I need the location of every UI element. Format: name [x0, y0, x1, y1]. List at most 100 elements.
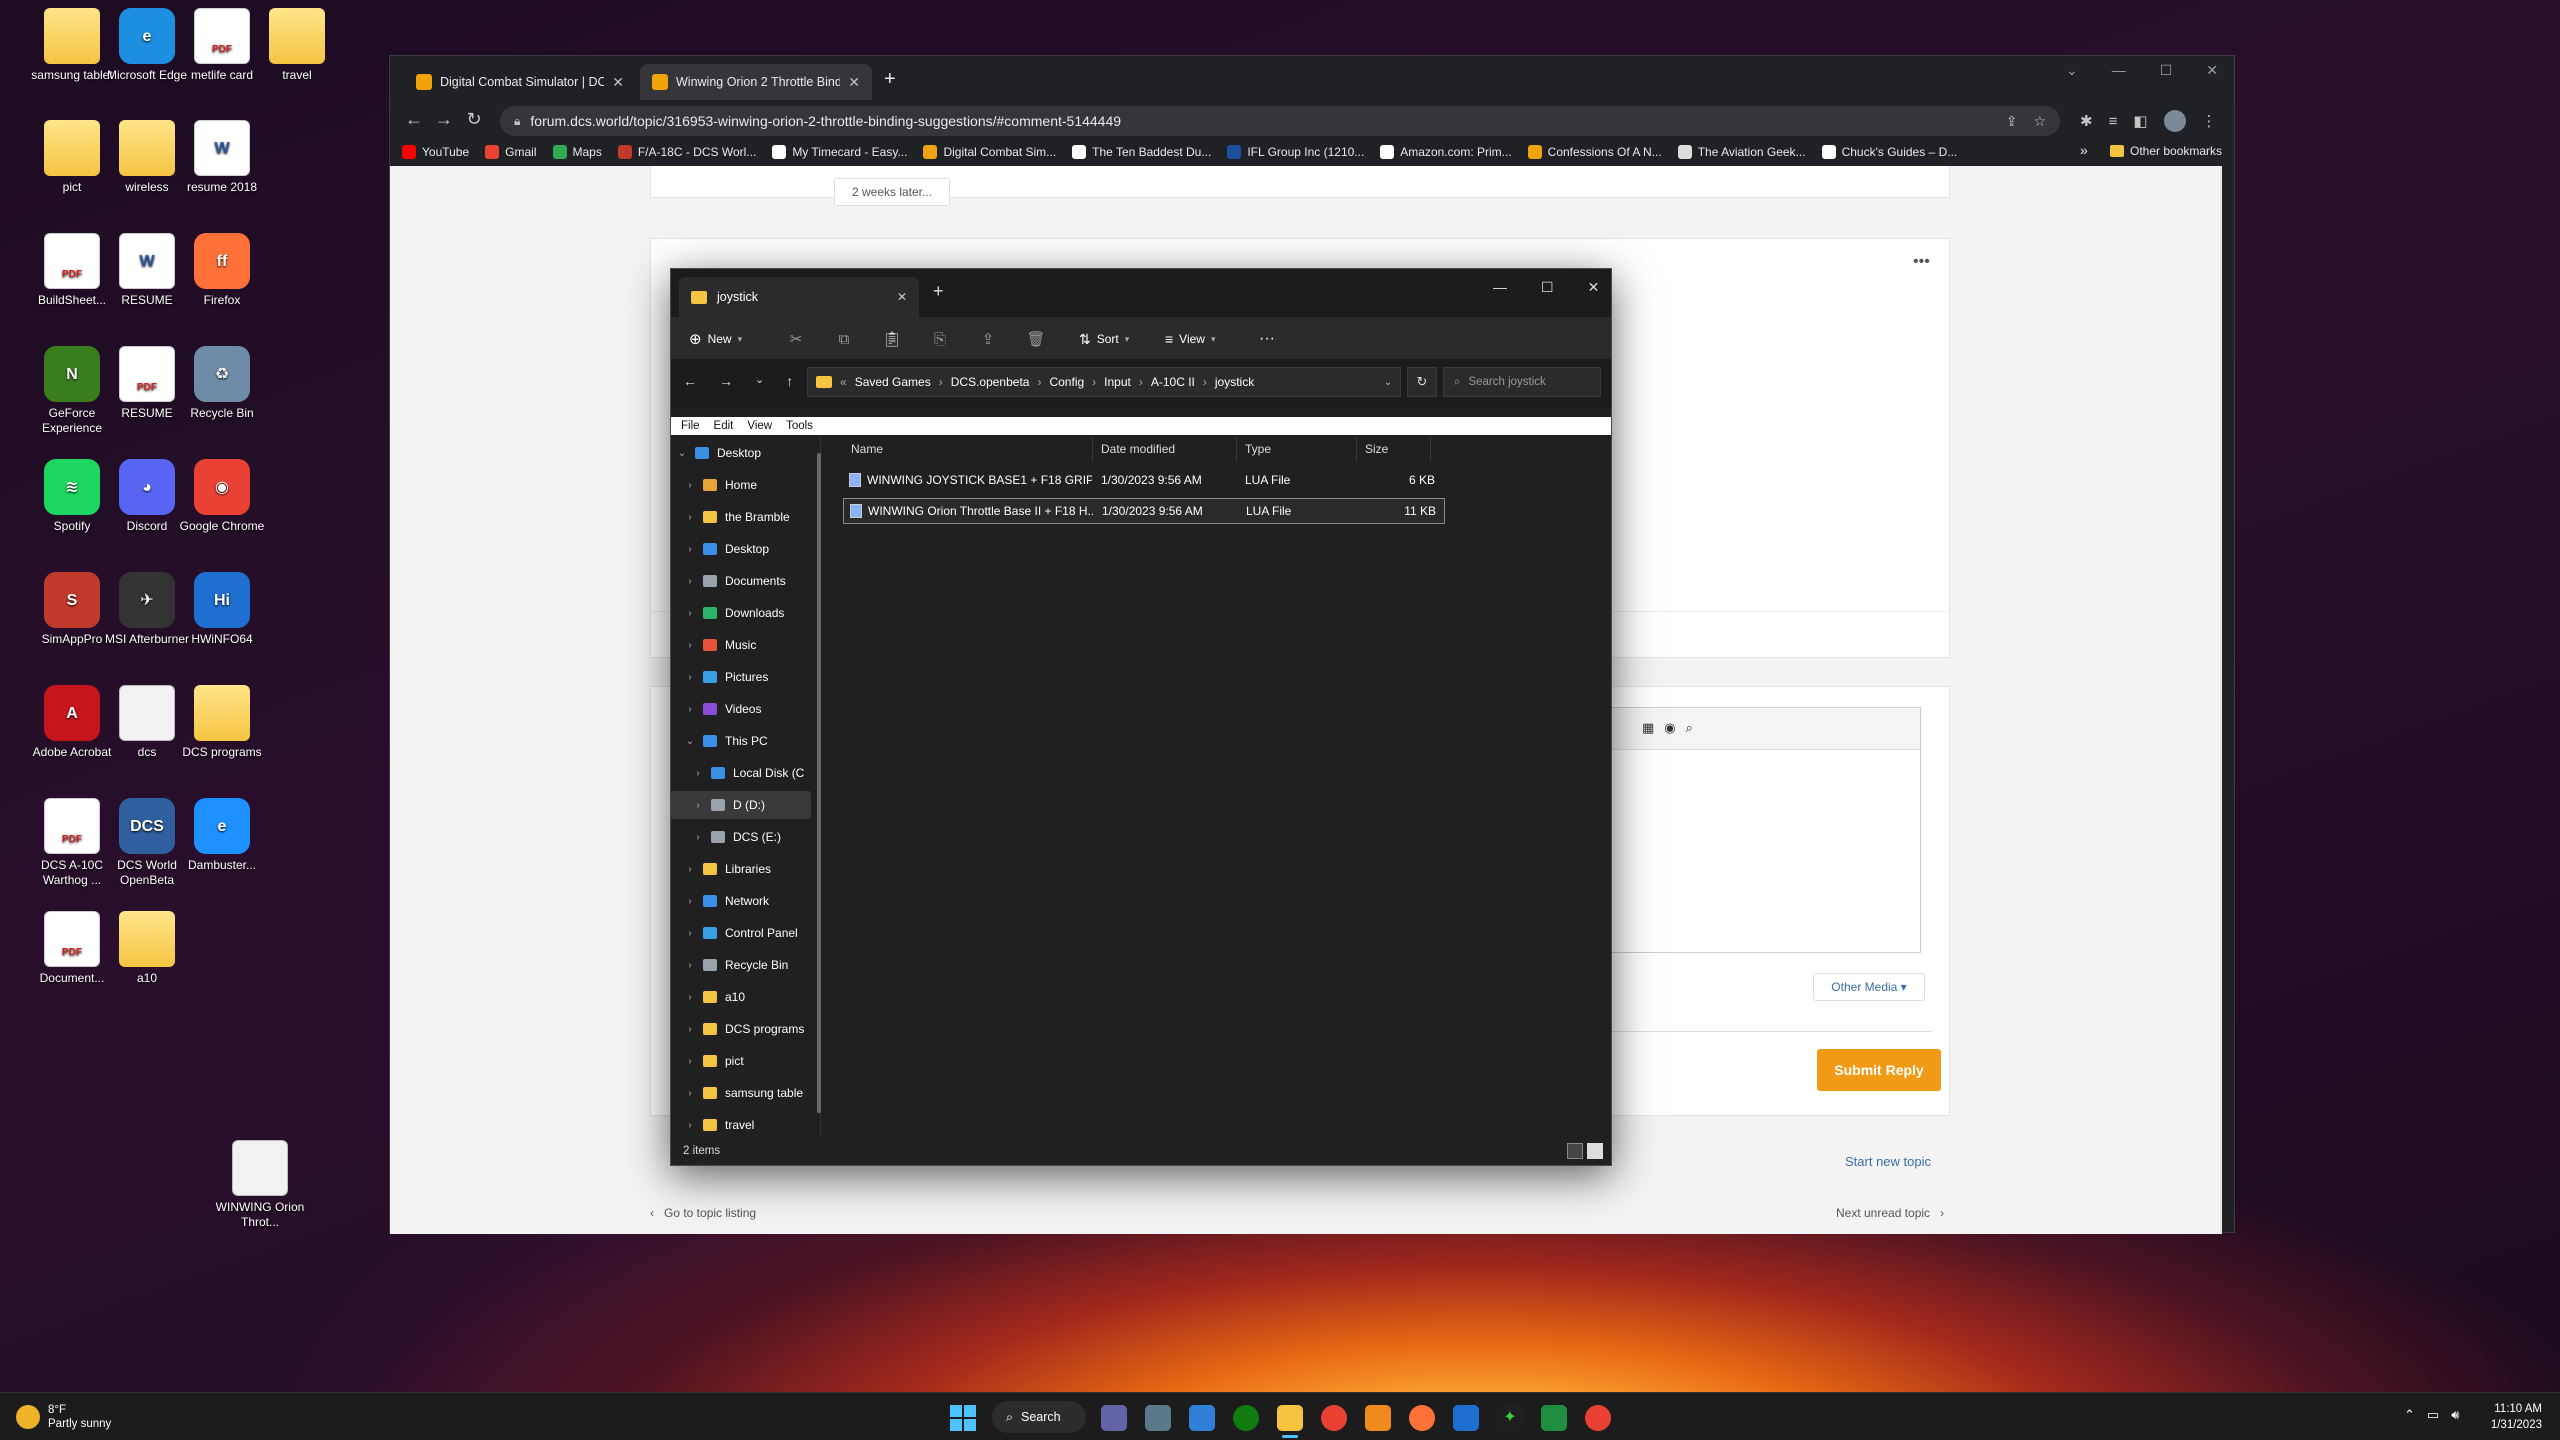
clock[interactable]: 11:10 AM 1/31/2023 [2480, 1401, 2542, 1433]
file-row[interactable]: WINWING Orion Throttle Base II + F18 H..… [843, 498, 1445, 524]
chrome-profile-taskbar-icon[interactable] [1585, 1405, 1611, 1431]
sort-button[interactable]: Sort [1097, 332, 1119, 346]
bookmark-the-aviation-geek[interactable]: The Aviation Geek... [1677, 145, 1806, 159]
column-type[interactable]: Type [1237, 437, 1357, 461]
bookmark-ifl-group-inc-1210[interactable]: IFL Group Inc (1210... [1227, 145, 1364, 159]
maximize-icon[interactable]: ☐ [1541, 279, 1554, 296]
delete-icon[interactable]: 🗑︎ [1021, 330, 1051, 348]
column-size[interactable]: Size [1357, 437, 1431, 461]
breadcrumb-saved-games[interactable]: Saved Games [855, 375, 931, 389]
file-explorer-taskbar-icon[interactable] [1277, 1405, 1303, 1431]
nav-item-desktop[interactable]: ⌄ Desktop [671, 439, 811, 467]
tab-joystick[interactable]: joystick ✕ [679, 277, 919, 317]
forward-icon[interactable]: → [432, 109, 456, 130]
desktop-icon-recycle-bin[interactable]: ♻ Recycle Bin [174, 346, 270, 421]
close-tab-icon[interactable]: ✕ [848, 74, 860, 91]
chevron-up-icon[interactable]: ⌃ [2404, 1407, 2415, 1423]
reading-list-icon[interactable]: ≡ [2109, 113, 2118, 130]
breadcrumb-config[interactable]: Config [1049, 375, 1084, 389]
chevron-right-icon[interactable]: › [683, 512, 697, 523]
notepad-icon[interactable] [1189, 1405, 1215, 1431]
bookmark-chuck-s-guides-d[interactable]: Chuck's Guides – D... [1821, 145, 1957, 159]
page-scrollbar[interactable] [2220, 166, 2222, 1234]
nav-item-videos[interactable]: › Videos [671, 695, 811, 723]
forward-icon[interactable]: → [719, 373, 733, 389]
nav-item-this-pc[interactable]: ⌄ This PC [671, 727, 811, 755]
tab-winwing[interactable]: Winwing Orion 2 Throttle Bindin ✕ [640, 64, 872, 100]
desktop-icon-winwing-orion-throt[interactable]: WINWING Orion Throt... [212, 1140, 308, 1230]
calculator-icon[interactable] [1145, 1405, 1171, 1431]
next-unread-topic-link[interactable]: Next unread topic › [1836, 1206, 1944, 1220]
minimize-icon[interactable]: — [1493, 279, 1507, 296]
breadcrumb-dcs-openbeta[interactable]: DCS.openbeta [951, 375, 1030, 389]
chevron-right-icon[interactable]: › [691, 832, 705, 843]
nav-scrollbar[interactable] [817, 453, 821, 1113]
chevron-right-icon[interactable]: › [683, 576, 697, 587]
details-view-icon[interactable] [1567, 1143, 1583, 1159]
bookmark-maps[interactable]: Maps [552, 145, 602, 159]
nav-item-the-bramble[interactable]: › the Bramble [671, 503, 811, 531]
back-icon[interactable]: ← [402, 109, 426, 130]
xbox-icon[interactable] [1233, 1405, 1259, 1431]
breadcrumb-input[interactable]: Input [1104, 375, 1131, 389]
large-icons-view-icon[interactable] [1587, 1143, 1603, 1159]
nav-item-pict[interactable]: › pict [671, 1047, 811, 1075]
dcs-taskbar-icon[interactable] [1365, 1405, 1391, 1431]
preview-icon[interactable]: ◉ [1664, 720, 1675, 736]
desktop-icon-firefox[interactable]: ff Firefox [174, 233, 270, 308]
nav-item-travel[interactable]: › travel [671, 1111, 811, 1139]
column-name[interactable]: Name [843, 437, 1093, 461]
chevron-right-icon[interactable]: › [683, 480, 697, 491]
chevron-right-icon[interactable]: › [683, 640, 697, 651]
paste-icon[interactable]: 📋︎ [877, 330, 907, 348]
nav-item-dcs-e[interactable]: › DCS (E:) [671, 823, 811, 851]
menu-edit[interactable]: Edit [714, 420, 734, 432]
taskbar-search[interactable]: ⌕ Search [992, 1401, 1086, 1433]
nav-item-pictures[interactable]: › Pictures [671, 663, 811, 691]
rename-icon[interactable]: ⎘ [925, 331, 955, 348]
bookmark-confessions-of-a-n[interactable]: Confessions Of A N... [1527, 145, 1662, 159]
nav-item-libraries[interactable]: › Libraries [671, 855, 811, 883]
chevron-right-icon[interactable]: › [683, 896, 697, 907]
chevron-down-icon[interactable]: ⌄ [1384, 377, 1392, 388]
copy-icon[interactable]: ⧉ [829, 331, 859, 348]
go-to-topic-listing-link[interactable]: ‹ Go to topic listing [650, 1206, 756, 1220]
close-tab-icon[interactable]: ✕ [897, 290, 907, 304]
profile-avatar[interactable] [2163, 110, 2186, 132]
chevron-right-icon[interactable]: › [683, 960, 697, 971]
maximize-icon[interactable]: ☐ [2160, 62, 2173, 79]
network-icon[interactable]: ▭ [2427, 1407, 2439, 1423]
bookmark-youtube[interactable]: YouTube [402, 145, 469, 159]
view-button[interactable]: View [1179, 332, 1205, 346]
chrome-taskbar-icon[interactable] [1321, 1405, 1347, 1431]
breadcrumb-a-10c-ii[interactable]: A-10C II [1151, 375, 1195, 389]
chevron-right-icon[interactable]: › [683, 544, 697, 555]
bookmark-my-timecard-easy[interactable]: My Timecard - Easy... [772, 145, 907, 159]
nav-item-home[interactable]: › Home [671, 471, 811, 499]
desktop-icon-hwinfo64[interactable]: Hi HWiNFO64 [174, 572, 270, 647]
chevron-right-icon[interactable]: › [683, 864, 697, 875]
nav-item-recycle-bin[interactable]: › Recycle Bin [671, 951, 811, 979]
nav-item-documents[interactable]: › Documents [671, 567, 811, 595]
extensions-icon[interactable]: ✱ [2080, 112, 2093, 130]
chevron-down-icon[interactable]: ⌄ [675, 448, 689, 459]
up-icon[interactable]: ↑ [786, 373, 793, 389]
more-bookmarks-icon[interactable]: » [2080, 142, 2088, 158]
chevron-right-icon[interactable]: › [691, 768, 705, 779]
recent-locations-icon[interactable]: ⌄ [755, 373, 764, 389]
nav-item-desktop[interactable]: › Desktop [671, 535, 811, 563]
desktop-icon-google-chrome[interactable]: ◉ Google Chrome [174, 459, 270, 534]
desktop-icon-dcs-programs[interactable]: DCS programs [174, 685, 270, 760]
desktop-icon-travel[interactable]: travel [249, 8, 345, 83]
new-button[interactable]: New [708, 332, 732, 346]
nav-item-samsung-table[interactable]: › samsung table [671, 1079, 811, 1107]
post-options-icon[interactable]: ••• [1913, 253, 1930, 271]
new-tab-icon[interactable]: + [884, 68, 896, 91]
nav-item-control-panel[interactable]: › Control Panel [671, 919, 811, 947]
reload-icon[interactable]: ↻ [462, 109, 486, 130]
nav-item-local-disk-c[interactable]: › Local Disk (C [671, 759, 811, 787]
bookmark-digital-combat-sim[interactable]: Digital Combat Sim... [923, 145, 1056, 159]
column-date-modified[interactable]: Date modified [1093, 437, 1237, 461]
cut-icon[interactable]: ✂ [781, 330, 811, 348]
close-tab-icon[interactable]: ✕ [612, 74, 624, 91]
